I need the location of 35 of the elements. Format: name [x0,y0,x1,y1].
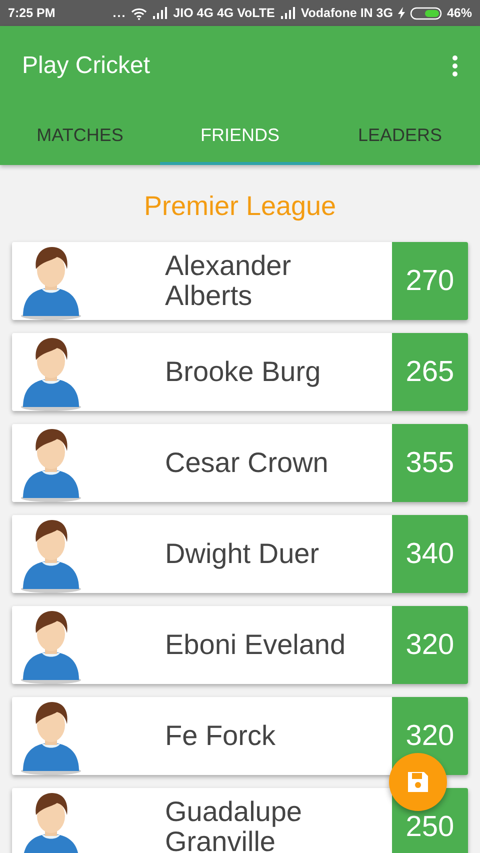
player-card[interactable]: Guadalupe Granville 250 [12,788,468,853]
carrier-label: JIO 4G 4G VoLTE [173,6,275,20]
signal-icon [280,7,296,19]
player-name: Fe Forck [165,721,276,751]
app-title: Play Cricket [22,52,150,80]
save-icon [406,770,430,794]
carrier-label: Vodafone IN 3G [300,6,393,20]
status-time: 7:25 PM [8,6,56,20]
player-name: Brooke Burg [165,357,322,387]
battery-icon [410,6,442,20]
tab[interactable]: MATCHES [0,105,160,165]
player-name: Guadalupe Granville [165,797,304,853]
overflow-menu-icon[interactable] [452,54,458,76]
score-badge: 340 [392,515,468,593]
signal-icon [152,7,168,19]
player-card[interactable]: Eboni Eveland 320 [12,606,468,684]
player-card[interactable]: Fe Forck 320 [12,697,468,775]
wifi-icon [131,6,148,20]
player-name: Eboni Eveland [165,630,347,660]
league-heading: Premier League [142,190,338,223]
player-card[interactable]: Dwight Duer 340 [12,515,468,593]
player-name: Alexander Alberts [165,251,292,311]
player-card[interactable]: Brooke Burg 265 [12,333,468,411]
score-badge: 270 [392,242,468,320]
score-badge: 320 [392,606,468,684]
score-badge: 355 [392,424,468,502]
status-dots: ... [112,6,126,20]
tab[interactable]: LEADERS [320,105,480,165]
score-badge: 265 [392,333,468,411]
player-card[interactable]: Alexander Alberts 270 [12,242,468,320]
player-name: Dwight Duer [165,539,320,569]
battery-percent: 46% [446,6,472,20]
player-name: Cesar Crown [165,448,330,478]
player-card[interactable]: Cesar Crown 355 [12,424,468,502]
charging-icon [398,7,405,19]
